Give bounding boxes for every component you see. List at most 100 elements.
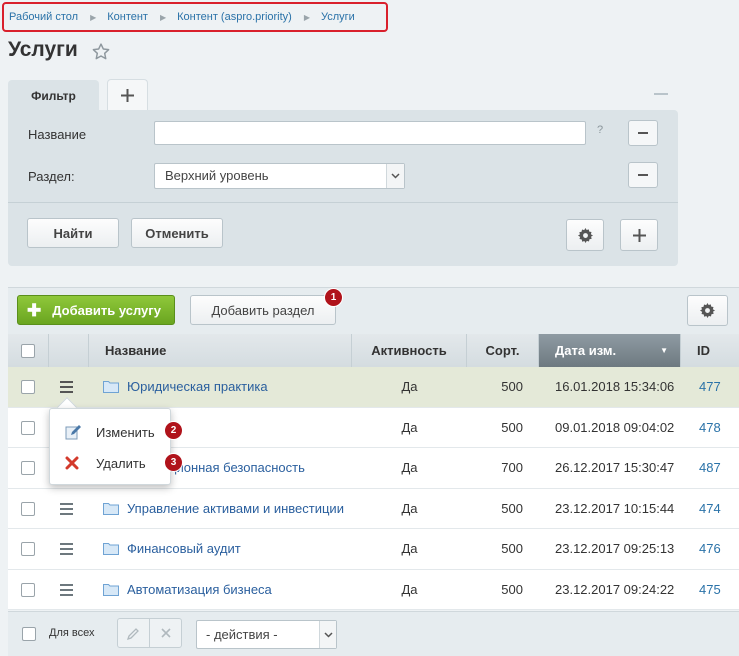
select-all-checkbox[interactable] <box>21 344 35 358</box>
bulk-actions-value: - действия - <box>206 627 278 642</box>
folder-icon <box>103 381 119 393</box>
row-date: 23.12.2017 09:24:22 <box>555 581 675 597</box>
step-badge-3: 3 <box>164 453 183 472</box>
bulk-actions-select[interactable]: - действия - <box>196 620 337 649</box>
row-name-link[interactable]: Юридическая практика <box>127 367 268 407</box>
chevron-right-icon: ▶ <box>159 12 167 22</box>
column-date[interactable]: Дата изм. ▼ <box>539 334 681 367</box>
table-row[interactable]: Финансовый аудит Да 500 23.12.2017 09:25… <box>8 529 739 570</box>
breadcrumb-content-aspro[interactable]: Контент (aspro.priority) <box>177 11 292 23</box>
row-name-link[interactable]: Управление активами и инвестиции <box>127 489 344 529</box>
row-date: 23.12.2017 09:25:13 <box>555 541 675 556</box>
row-id-link[interactable]: 474 <box>699 489 721 529</box>
row-checkbox[interactable] <box>21 461 35 475</box>
row-sort: 700 <box>501 460 523 475</box>
help-icon[interactable]: ? <box>597 124 603 136</box>
edit-icon <box>65 424 81 440</box>
row-menu-icon[interactable] <box>60 502 73 518</box>
breadcrumb: Рабочий стол ▶ Контент ▶ Контент (aspro.… <box>2 2 388 32</box>
apply-to-all-checkbox[interactable] <box>22 627 36 641</box>
add-section-button[interactable]: Добавить раздел <box>190 295 336 325</box>
find-button[interactable]: Найти <box>27 218 119 248</box>
row-sort: 500 <box>501 500 523 516</box>
row-active: Да <box>401 379 418 394</box>
menu-item-delete-label: Удалить <box>96 455 146 471</box>
plus-icon <box>632 228 646 242</box>
list-settings-button[interactable] <box>687 295 728 326</box>
section-select-value: Верхний уровень <box>165 168 269 183</box>
row-menu-icon[interactable] <box>60 583 73 599</box>
plus-icon: ✚ <box>27 300 42 320</box>
filter-divider <box>8 202 678 203</box>
row-id-link[interactable]: 487 <box>699 448 721 488</box>
table-row[interactable]: Управление активами и инвестиции Да 500 … <box>8 488 739 529</box>
add-service-button[interactable]: ✚ Добавить услугу <box>17 295 175 325</box>
name-label: Название <box>28 127 87 142</box>
row-checkbox[interactable] <box>21 420 35 435</box>
row-sort: 500 <box>501 379 523 394</box>
chevron-right-icon: ▶ <box>90 12 97 22</box>
folder-icon <box>103 543 119 555</box>
add-filter-tab-button[interactable] <box>107 79 148 110</box>
filter-settings-button[interactable] <box>566 219 604 251</box>
column-name[interactable]: Название <box>89 334 352 367</box>
menu-item-edit[interactable]: Изменить <box>50 417 170 447</box>
column-id[interactable]: ID <box>681 334 739 367</box>
bulk-delete-icon[interactable] <box>150 619 182 647</box>
page-title: Услуги <box>8 38 78 61</box>
name-filter-input[interactable] <box>154 121 586 145</box>
breadcrumb-services[interactable]: Услуги <box>321 11 355 23</box>
column-active[interactable]: Активность <box>352 334 467 367</box>
row-active: Да <box>401 541 418 556</box>
plus-icon <box>121 88 134 102</box>
row-checkbox[interactable] <box>21 380 35 394</box>
row-sort: 500 <box>501 581 523 597</box>
add-filter-field-button[interactable] <box>620 219 658 251</box>
remove-name-field-button[interactable] <box>628 120 658 146</box>
row-date: 23.12.2017 10:15:44 <box>555 500 675 516</box>
gear-icon <box>577 227 593 243</box>
row-menu-icon[interactable] <box>60 381 73 396</box>
row-name-link[interactable]: Автоматизация бизнеса <box>127 570 272 610</box>
row-date: 26.12.2017 15:30:47 <box>555 460 675 475</box>
menu-item-edit-label: Изменить <box>96 424 155 440</box>
step-badge-1: 1 <box>324 288 343 307</box>
remove-section-field-button[interactable] <box>628 162 658 188</box>
step-badge-2: 2 <box>164 421 183 440</box>
folder-icon <box>103 502 119 515</box>
row-menu-icon[interactable] <box>60 543 73 558</box>
row-checkbox[interactable] <box>21 542 35 556</box>
menu-item-delete[interactable]: Удалить <box>50 448 170 478</box>
bulk-tools <box>117 618 182 648</box>
row-checkbox[interactable] <box>21 582 35 597</box>
breadcrumb-content[interactable]: Контент <box>107 11 148 23</box>
row-id-link[interactable]: 478 <box>699 408 721 448</box>
section-label: Раздел: <box>28 169 75 184</box>
row-id-link[interactable]: 477 <box>699 367 721 407</box>
tab-filter[interactable]: Фильтр <box>8 80 99 112</box>
row-name-link[interactable]: ционная безопасность <box>169 448 305 488</box>
cancel-button[interactable]: Отменить <box>131 218 223 248</box>
row-name-link[interactable]: Финансовый аудит <box>127 529 241 569</box>
table-row[interactable]: Юридическая практика Да 500 16.01.2018 1… <box>8 367 739 408</box>
collapse-filter-button[interactable] <box>654 93 668 95</box>
chevron-down-icon <box>386 164 404 188</box>
row-date: 09.01.2018 09:04:02 <box>555 419 675 435</box>
breadcrumb-desktop[interactable]: Рабочий стол <box>9 11 78 23</box>
minus-icon <box>638 132 648 134</box>
bulk-edit-icon[interactable] <box>118 619 150 647</box>
chevron-down-icon <box>319 621 336 648</box>
row-id-link[interactable]: 476 <box>699 529 721 569</box>
row-active: Да <box>401 419 418 435</box>
gear-icon <box>700 303 715 318</box>
add-service-label: Добавить услугу <box>52 302 161 318</box>
row-sort: 500 <box>501 419 523 435</box>
row-active: Да <box>401 460 418 475</box>
row-checkbox[interactable] <box>21 501 35 516</box>
column-sort[interactable]: Сорт. <box>467 334 539 367</box>
star-icon[interactable] <box>92 43 110 60</box>
section-select[interactable]: Верхний уровень <box>154 163 405 189</box>
row-active: Да <box>401 500 418 516</box>
row-id-link[interactable]: 475 <box>699 570 721 610</box>
table-row[interactable]: Автоматизация бизнеса Да 500 23.12.2017 … <box>8 569 739 610</box>
